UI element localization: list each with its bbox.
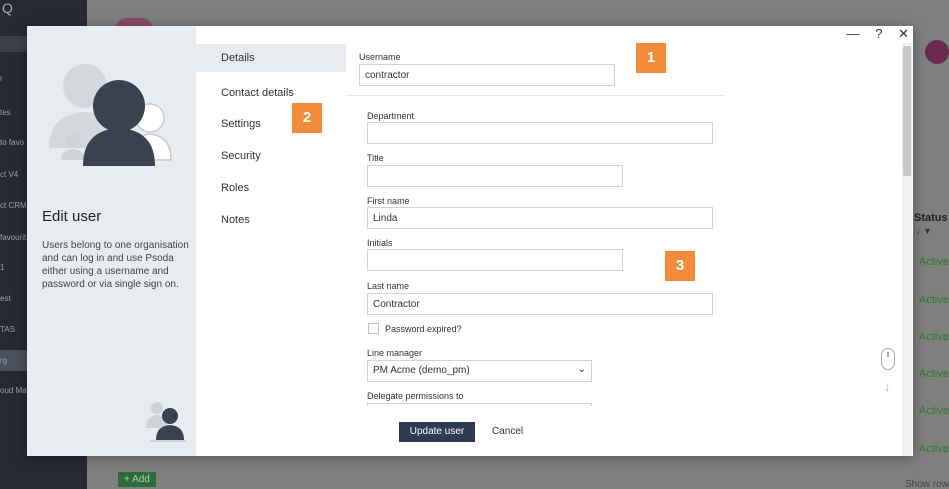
status-cell: Active <box>919 256 949 268</box>
delegate-label: Delegate permissions to <box>367 391 464 401</box>
username-label: Username <box>359 52 401 62</box>
status-column-header: Status <box>914 212 948 224</box>
username-field[interactable] <box>359 64 615 86</box>
line-manager-select[interactable]: PM Acme (demo_pm) ⌄ <box>367 360 592 382</box>
status-cell: Active <box>919 443 949 455</box>
sidebar-item: r <box>0 74 3 83</box>
line-manager-label: Line manager <box>367 348 423 358</box>
password-expired-label: Password expired? <box>385 324 462 334</box>
chevron-down-icon: ⌄ <box>577 364 586 375</box>
tab-settings[interactable]: Settings <box>196 110 346 138</box>
status-cell: Active <box>919 331 949 343</box>
status-cell: Active <box>919 294 949 306</box>
sidebar-item: ct V4 <box>0 170 19 179</box>
user-avatar <box>925 40 949 64</box>
department-field[interactable] <box>367 122 713 144</box>
update-user-button[interactable]: Update user <box>399 422 475 442</box>
first-name-label: First name <box>367 196 410 206</box>
tab-roles[interactable]: Roles <box>196 174 346 202</box>
scrollbar-thumb[interactable] <box>903 46 911 176</box>
window-controls: — ? ✕ <box>835 26 909 42</box>
show-rows-label: Show row <box>905 479 949 489</box>
initials-field[interactable] <box>367 249 623 271</box>
tab-contact-details[interactable]: Contact details <box>196 79 346 107</box>
add-button: + Add <box>118 472 156 487</box>
sidebar-item: oud Ma <box>0 386 27 395</box>
line-manager-value: PM Acme (demo_pm) <box>373 365 470 376</box>
callout-badge-1: 1 <box>636 43 666 73</box>
first-name-field[interactable] <box>367 207 713 229</box>
sidebar-item: to favo <box>0 138 25 147</box>
sidebar-item: 1 <box>0 263 5 272</box>
status-cell: Active <box>919 368 949 380</box>
dialog-nav: Details Contact details Settings Securit… <box>196 26 346 456</box>
last-name-field[interactable] <box>367 293 713 315</box>
users-small-icon <box>146 402 186 442</box>
callout-badge-2: 2 <box>292 103 322 133</box>
sidebar-item: favourit <box>0 233 27 242</box>
help-icon[interactable]: ? <box>875 26 882 41</box>
app-logo: Q <box>2 0 13 16</box>
minimize-icon[interactable]: — <box>847 26 860 41</box>
cancel-button[interactable]: Cancel <box>492 422 523 442</box>
title-label: Title <box>367 153 384 163</box>
dialog-description: Users belong to one organisation and can… <box>42 240 189 290</box>
sidebar-item: TAS <box>0 325 15 334</box>
tab-notes[interactable]: Notes <box>196 206 346 234</box>
users-illustration-icon <box>49 64 172 166</box>
close-icon[interactable]: ✕ <box>898 26 909 41</box>
title-field[interactable] <box>367 165 623 187</box>
password-expired-checkbox[interactable] <box>368 323 379 334</box>
sort-filter-icon: ↓ ▼ <box>916 226 932 236</box>
initials-label: Initials <box>367 238 393 248</box>
dialog-title: Edit user <box>42 208 102 225</box>
tab-details[interactable]: Details <box>196 44 346 72</box>
dialog-info-panel: Edit user Users belong to one organisati… <box>27 26 196 456</box>
department-label: Department <box>367 111 415 121</box>
edit-user-dialog: Edit user Users belong to one organisati… <box>27 26 913 456</box>
section-divider <box>346 95 724 96</box>
sidebar-item: est <box>0 294 11 303</box>
sidebar-item: ct CRM <box>0 201 27 210</box>
callout-badge-3: 3 <box>665 251 695 281</box>
tab-security[interactable]: Security <box>196 142 346 170</box>
background-toolbar: + Add <box>118 472 156 487</box>
details-form: Username Department Title First name Ini… <box>346 26 906 406</box>
dialog-footer: Update user Cancel <box>346 406 906 456</box>
status-cell: Active <box>919 405 949 417</box>
mouse-scroll-icon <box>881 348 895 370</box>
arrow-down-icon: ↓ <box>884 378 891 394</box>
last-name-label: Last name <box>367 281 410 291</box>
sidebar-item: tes <box>0 108 11 117</box>
